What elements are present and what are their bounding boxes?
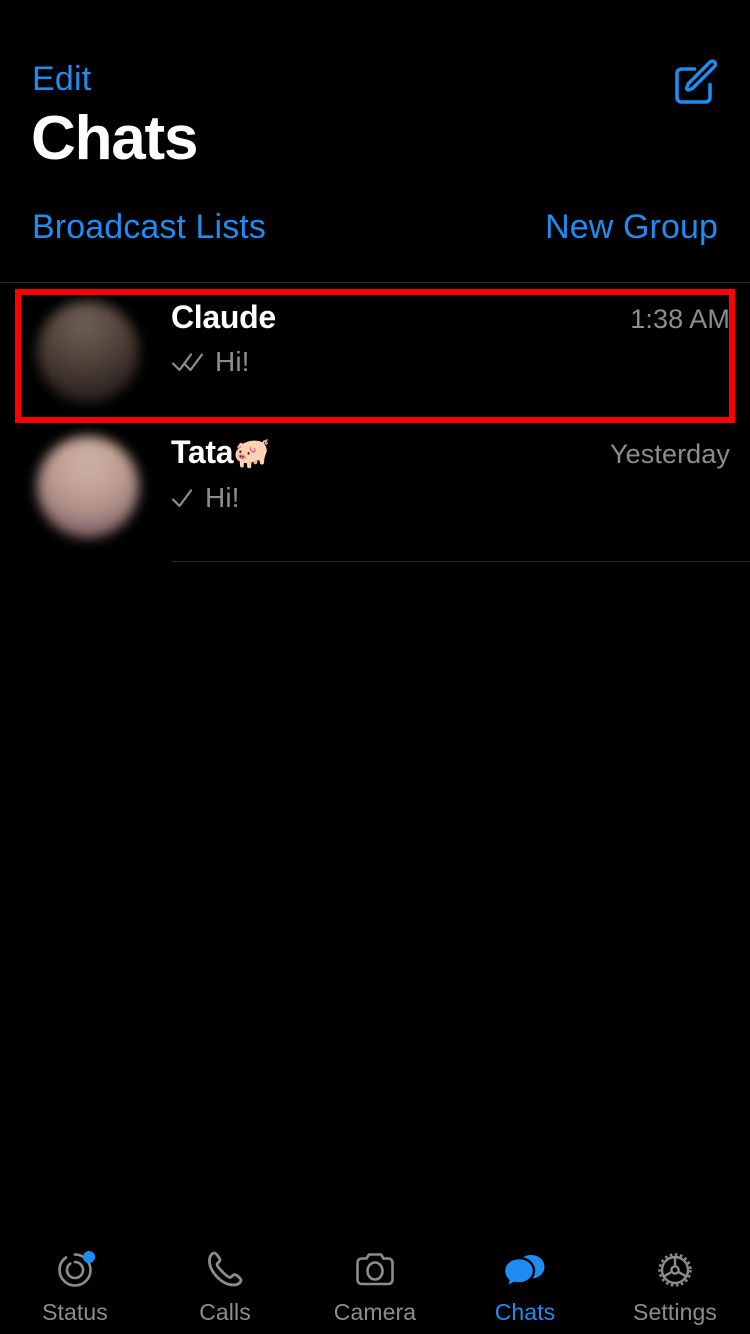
edit-button[interactable]: Edit xyxy=(32,62,91,96)
chat-name-text: Tata xyxy=(171,434,234,470)
whatsapp-chats-screen: Edit Chats Broadcast Lists New Group Cla… xyxy=(0,0,750,1334)
camera-icon xyxy=(348,1242,402,1298)
page-title-container: Chats xyxy=(0,108,750,196)
tab-label-settings: Settings xyxy=(633,1299,717,1325)
chat-actions-row: Broadcast Lists New Group xyxy=(0,196,750,282)
chat-preview-text: Hi! xyxy=(215,346,250,377)
tab-camera[interactable]: Camera xyxy=(300,1230,450,1324)
broadcast-lists-button[interactable]: Broadcast Lists xyxy=(32,210,266,244)
tab-label-calls: Calls xyxy=(199,1299,251,1325)
chat-row-header: Claude 1:38 AM xyxy=(171,299,730,336)
avatar-claude[interactable] xyxy=(37,301,139,403)
chat-name: Tata🐖 xyxy=(171,434,271,472)
chat-name: Claude xyxy=(171,299,276,335)
tab-chats[interactable]: Chats xyxy=(450,1230,600,1324)
status-icon xyxy=(48,1242,102,1298)
row-separator xyxy=(172,561,750,562)
chat-row-claude[interactable]: Claude 1:38 AM Hi! xyxy=(0,282,750,423)
tab-settings[interactable]: Settings xyxy=(600,1230,750,1324)
tab-label-status: Status xyxy=(42,1299,108,1325)
chats-icon xyxy=(498,1242,552,1298)
chat-row-preview-line: Hi! xyxy=(171,483,730,514)
gear-icon xyxy=(648,1242,702,1298)
avatar-tata[interactable] xyxy=(37,436,139,538)
chat-timestamp: Yesterday xyxy=(610,439,730,469)
pig-emoji: 🐖 xyxy=(233,437,271,470)
chat-list: Claude 1:38 AM Hi! Tata🐖 Yesterday Hi! xyxy=(0,282,750,1230)
tab-status[interactable]: Status xyxy=(0,1230,150,1324)
chat-row-header: Tata🐖 Yesterday xyxy=(171,434,730,472)
tab-label-chats: Chats xyxy=(494,1299,556,1325)
chat-row-content: Claude 1:38 AM Hi! xyxy=(171,299,750,378)
navigation-bar: Edit xyxy=(0,0,750,118)
chat-row-tata[interactable]: Tata🐖 Yesterday Hi! xyxy=(0,422,750,562)
chat-timestamp: 1:38 AM xyxy=(630,304,730,334)
phone-icon xyxy=(198,1242,252,1298)
tab-label-camera: Camera xyxy=(333,1299,417,1325)
single-check-icon xyxy=(171,487,195,509)
tab-calls[interactable]: Calls xyxy=(150,1230,300,1324)
double-check-icon xyxy=(171,351,205,373)
compose-button[interactable] xyxy=(670,56,722,108)
page-title: Chats xyxy=(31,104,198,173)
chat-row-content: Tata🐖 Yesterday Hi! xyxy=(171,434,750,513)
compose-icon xyxy=(670,56,722,108)
chat-preview-text: Hi! xyxy=(205,482,240,513)
tab-bar: Status Calls Camera Chats Settings xyxy=(0,1230,750,1334)
chat-row-preview-line: Hi! xyxy=(171,347,730,378)
new-group-button[interactable]: New Group xyxy=(545,210,718,244)
